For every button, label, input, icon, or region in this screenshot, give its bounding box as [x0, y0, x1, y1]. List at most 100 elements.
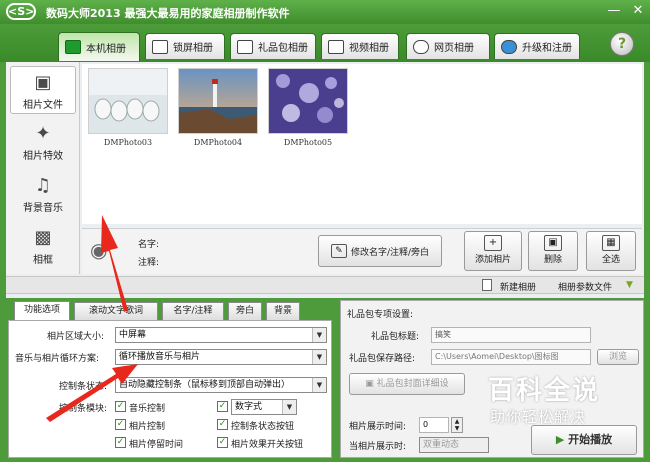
photo-image [269, 69, 347, 133]
select-value: 数字式 [235, 402, 263, 412]
trash-icon: ▣ [544, 235, 562, 251]
tab-label: 本机相册 [86, 43, 126, 55]
effect-toggle-label: 相片效果开关按钮 [231, 440, 304, 450]
sidebar-item-photo-files[interactable]: ▣ 相片文件 [10, 66, 76, 114]
gift-title-input[interactable]: 搞笑 [431, 327, 591, 343]
delete-button[interactable]: ▣ 删除 [528, 231, 578, 271]
options-panel: 相片区域大小: 中屏幕 ▼ 音乐与相片循环方案: 循环播放音乐与相片 ▼ 控制条… [8, 320, 332, 458]
album-params-menu[interactable]: 相册参数文件 [558, 280, 612, 293]
loop-scheme-select[interactable]: 循环播放音乐与相片 ▼ [115, 349, 327, 365]
gift-path-label: 礼品包保存路径: [349, 354, 416, 364]
app-logo: <S> [6, 3, 36, 20]
tab-label: 视频相册 [349, 43, 389, 54]
edit-icon: ✎ [330, 244, 347, 258]
close-button[interactable]: ✕ [628, 2, 648, 20]
tab-label: 锁屏相册 [173, 43, 213, 54]
area-size-label: 相片区域大小: [47, 332, 105, 342]
chevron-down-icon: ▼ [312, 378, 326, 392]
effects-icon: ✦ [35, 123, 51, 144]
tab-web-album[interactable]: 网页相册 [406, 33, 490, 59]
watermark-title: 百科全说 [488, 376, 601, 406]
add-photo-icon: + [484, 235, 502, 251]
show-time-input[interactable]: 0 [419, 417, 449, 433]
photo-name: DMPhoto04 [193, 138, 243, 147]
main-tab-strip: 本机相册 锁屏相册 礼品包相册 视频相册 网页相册 升级和注册 [0, 24, 650, 62]
gift-cover-button[interactable]: ▣ 礼品包封面详细设 [349, 373, 465, 395]
photo-name: DMPhoto05 [283, 138, 333, 147]
button-label: 删除 [543, 255, 562, 265]
effect-toggle-checkbox[interactable]: ✓ [217, 437, 228, 448]
tab-background[interactable]: 背景 [266, 302, 300, 320]
camera-icon: ◉ [90, 238, 108, 262]
show-time-spinner[interactable]: ▲ ▼ [451, 417, 463, 433]
control-bar-state-select[interactable]: 自动隐藏控制条（鼠标移到顶部自动弹出） ▼ [115, 377, 327, 393]
music-note-icon: ♫ [34, 175, 52, 196]
tab-scrolling-lyrics[interactable]: 滚动文字歌词 [74, 302, 158, 320]
tab-function-options[interactable]: 功能选项 [14, 301, 70, 321]
chevron-down-icon: ▼ [312, 350, 326, 364]
photo-thumbnail[interactable] [268, 68, 348, 134]
edit-name-note-button[interactable]: ✎ 修改名字/注释/旁白 [318, 235, 442, 267]
ie-icon [413, 39, 429, 54]
when-showing-label: 当相片展示时: [349, 442, 407, 452]
photo-control-label: 相片控制 [129, 422, 166, 432]
digital-checkbox[interactable]: ✓ [217, 401, 228, 412]
select-all-button[interactable]: ▦ 全选 [586, 231, 636, 271]
tab-lockscreen-album[interactable]: 锁屏相册 [145, 33, 225, 59]
tab-label: 网页相册 [434, 43, 474, 54]
photo-name: DMPhoto03 [103, 138, 153, 147]
control-state-button-checkbox[interactable]: ✓ [217, 419, 228, 430]
select-value: 双重动态 [423, 440, 460, 450]
music-control-checkbox[interactable]: ✓ [115, 401, 126, 412]
digital-style-select[interactable]: 数字式 ▼ [231, 399, 297, 415]
button-label: 修改名字/注释/旁白 [350, 247, 430, 258]
add-photo-button[interactable]: + 添加相片 [464, 231, 522, 271]
select-value: 循环播放音乐与相片 [119, 352, 201, 362]
new-album-link[interactable]: 新建相册 [500, 280, 536, 293]
title-bar[interactable]: <S> 数码大师2013 最强大最易用的家庭相册制作软件 — ✕ [0, 0, 650, 24]
area-size-select[interactable]: 中屏幕 ▼ [115, 327, 327, 343]
tab-name-note[interactable]: 名字/注释 [162, 302, 224, 320]
sidebar-item-label: 相片特效 [23, 151, 63, 162]
tab-local-album[interactable]: 本机相册 [58, 32, 140, 61]
help-button[interactable]: ? [610, 32, 634, 56]
tab-narration[interactable]: 旁白 [228, 302, 262, 320]
photo-image [89, 69, 167, 133]
sidebar-item-photo-effects[interactable]: ✦ 相片特效 [10, 118, 76, 166]
photo-image [179, 69, 257, 133]
control-bar-state-label: 控制条状态: [59, 382, 108, 392]
button-label: 添加相片 [474, 255, 511, 265]
minimize-button[interactable]: — [604, 2, 624, 20]
monitor-icon [152, 39, 168, 54]
sidebar-item-label: 背景音乐 [23, 203, 63, 214]
tab-video-album[interactable]: 视频相册 [321, 33, 399, 59]
name-label: 名字: [138, 240, 160, 250]
photo-gallery[interactable]: DMPhoto03 DMPhoto04 DMPhoto05 [82, 64, 642, 224]
tab-upgrade-register[interactable]: 升级和注册 [494, 33, 580, 59]
grid-icon: ▦ [602, 235, 620, 251]
sidebar-item-label: 相框 [33, 255, 53, 266]
control-modules-label: 控制条模块: [59, 404, 108, 414]
chevron-down-icon[interactable]: ▼ [626, 280, 633, 290]
tab-gift-album[interactable]: 礼品包相册 [230, 33, 316, 59]
photo-thumbnail[interactable] [178, 68, 258, 134]
show-time-label: 相片展示时间: [349, 422, 407, 432]
watermark: 百科全说 助你轻松解决 [466, 366, 636, 436]
chevron-down-icon: ▼ [312, 328, 326, 342]
watermark-subtitle: 助你轻松解决 [490, 408, 587, 426]
photo-stay-time-checkbox[interactable]: ✓ [115, 437, 126, 448]
left-sidebar: ▣ 相片文件 ✦ 相片特效 ♫ 背景音乐 ▩ 相框 [6, 62, 80, 274]
chevron-down-icon: ▼ [282, 400, 296, 414]
film-icon [328, 39, 344, 54]
photo-info-bar: ◉ 名字: 注释: ✎ 修改名字/注释/旁白 + 添加相片 ▣ 删除 ▦ 全选 [82, 228, 642, 274]
gift-path-input[interactable]: C:\Users\Aomei\Desktop\图标图 [431, 349, 591, 365]
gift-section-title: 礼品包专项设置: [347, 310, 414, 320]
sidebar-item-frame[interactable]: ▩ 相框 [10, 222, 76, 270]
sidebar-item-background-music[interactable]: ♫ 背景音乐 [10, 170, 76, 218]
globe-icon [501, 39, 517, 54]
photo-control-checkbox[interactable]: ✓ [115, 419, 126, 430]
browse-button[interactable]: 浏览 [597, 349, 639, 365]
photo-thumbnail[interactable] [88, 68, 168, 134]
when-showing-select[interactable]: 双重动态 [419, 437, 489, 453]
select-value: 中屏幕 [119, 330, 147, 340]
